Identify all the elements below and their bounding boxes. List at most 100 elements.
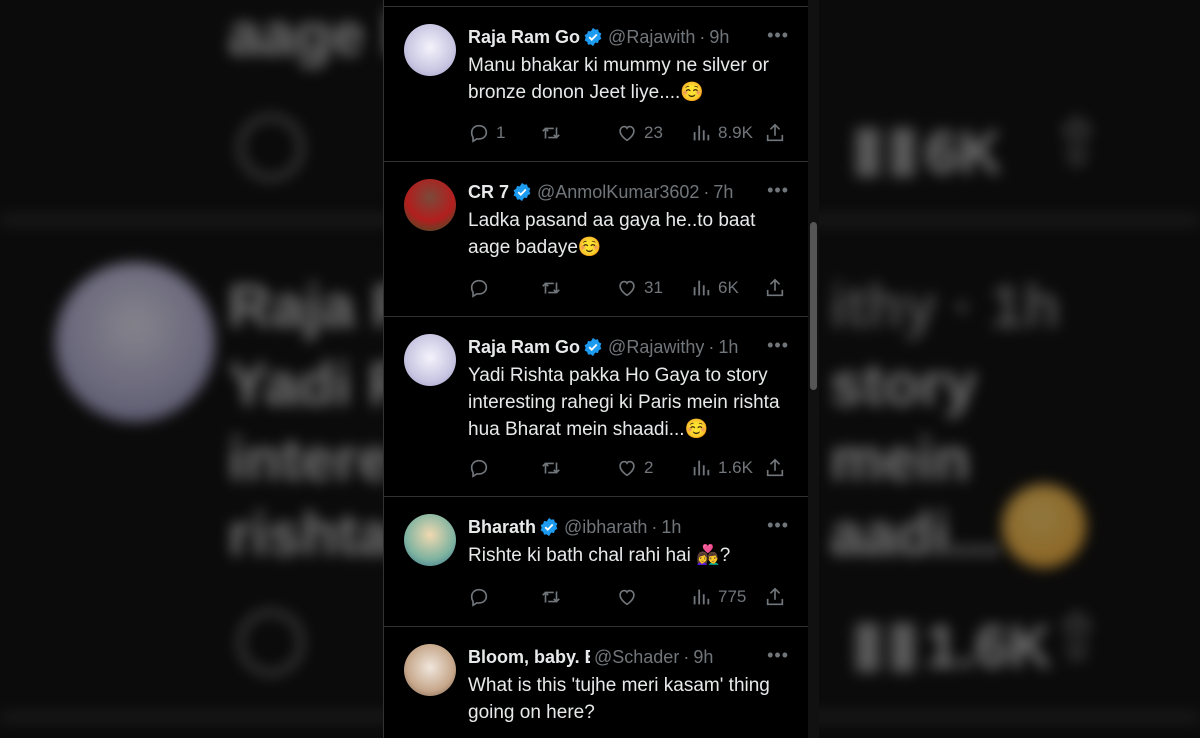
reply-icon <box>470 588 488 607</box>
emoji: ☺️ <box>684 419 709 440</box>
timestamp[interactable]: 1h <box>661 517 681 538</box>
like-count: 23 <box>644 123 663 142</box>
display-name[interactable]: Raja Ram Go <box>468 337 580 358</box>
separator-dot: · <box>651 516 658 537</box>
bg-views-icon-2: ▮▮ <box>850 606 921 678</box>
display-name[interactable]: Bharath <box>468 517 536 538</box>
share-button[interactable] <box>764 585 786 609</box>
like-button[interactable] <box>616 585 644 609</box>
more-options-icon[interactable]: ••• <box>761 335 789 356</box>
tweet-text: Yadi Rishta pakka Ho Gaya to story inter… <box>468 365 780 440</box>
views-count: 1.6K <box>718 458 753 477</box>
handle[interactable]: @Schader <box>594 647 679 668</box>
more-options-icon[interactable]: ••• <box>761 645 789 666</box>
bg-views-icon: ▮▮ <box>850 111 921 183</box>
views-icon <box>693 589 710 605</box>
verified-badge-icon <box>540 517 558 537</box>
tweet-4[interactable]: Bharath @ibharath · 1h ••• Rishte ki bat… <box>384 497 809 627</box>
handle[interactable]: @Rajawithy <box>608 337 704 358</box>
like-button[interactable]: 23 <box>616 121 663 145</box>
retweet-button[interactable] <box>540 276 568 300</box>
separator-dot: · <box>703 181 710 202</box>
handle[interactable]: @AnmolKumar3602 <box>537 182 699 203</box>
share-button[interactable] <box>764 121 786 145</box>
scrollbar[interactable] <box>808 0 819 738</box>
reply-button[interactable] <box>468 585 496 609</box>
bg-reply-icon: ◯ <box>235 106 307 178</box>
tweet-header: Bharath @ibharath · 1h ••• <box>468 515 789 539</box>
views-icon <box>693 280 710 296</box>
more-options-icon[interactable]: ••• <box>761 515 789 536</box>
views-button[interactable]: 8.9K <box>690 121 753 145</box>
bg-share-icon-2: ⇧ <box>1050 601 1104 673</box>
bg-line-3: rishta <box>228 501 392 568</box>
views-button[interactable]: 775 <box>690 585 746 609</box>
tweet-feed: Raja Ram Go @Rajawith · 9h ••• Manu bhak… <box>383 0 810 738</box>
retweet-button[interactable] <box>540 585 568 609</box>
heart-icon <box>619 589 635 606</box>
views-button[interactable]: 1.6K <box>690 456 753 480</box>
tweet-3[interactable]: Raja Ram Go @Rajawithy · 1h ••• Yadi Ris… <box>384 317 809 497</box>
share-icon <box>766 278 784 297</box>
timestamp[interactable]: 7h <box>713 182 733 203</box>
handle[interactable]: @ibharath <box>564 517 647 538</box>
tweet-text: Ladka pasand aa gaya he..to baat aage ba… <box>468 210 756 258</box>
heart-icon <box>619 280 635 297</box>
avatar[interactable] <box>404 24 456 76</box>
retweet-button[interactable] <box>540 121 568 145</box>
bg-right-3: aadi... <box>830 501 1001 568</box>
tweet-header: CR 7 @AnmolKumar3602 · 7h ••• <box>468 180 789 204</box>
bg-views-top: 6K <box>925 119 1002 186</box>
views-count: 775 <box>718 587 747 606</box>
reply-button[interactable]: 1 <box>468 121 505 145</box>
tweet-text: What is this 'tujhe meri kasam' thing go… <box>468 675 770 723</box>
tweet-header: Bloom, baby. Blo @Schader · 9h ••• <box>468 645 789 669</box>
tweet-5[interactable]: Bloom, baby. Blo @Schader · 9h ••• What … <box>384 627 809 738</box>
handle[interactable]: @Rajawith <box>608 27 695 48</box>
separator-dot: · <box>708 336 715 357</box>
bg-views-bottom: 1.6K <box>925 613 1052 680</box>
reply-button[interactable] <box>468 456 496 480</box>
scrollbar-thumb[interactable] <box>810 222 817 390</box>
share-button[interactable] <box>764 276 786 300</box>
share-button[interactable] <box>764 456 786 480</box>
bg-right-2: mein <box>830 426 971 493</box>
tweet-1[interactable]: Raja Ram Go @Rajawith · 9h ••• Manu bhak… <box>384 7 809 162</box>
more-options-icon[interactable]: ••• <box>761 180 789 201</box>
like-count: 31 <box>644 278 663 297</box>
reply-icon <box>470 279 488 298</box>
timestamp[interactable]: 1h <box>718 337 738 358</box>
display-name[interactable]: Bloom, baby. Blo <box>468 647 590 668</box>
separator-dot: · <box>683 646 690 667</box>
more-options-icon[interactable]: ••• <box>761 25 789 46</box>
views-icon <box>693 125 710 141</box>
reply-count: 1 <box>496 123 506 142</box>
bg-share-icon: ⇧ <box>1050 106 1104 178</box>
tweet-text: Rishte ki bath chal rahi hai 👩‍❤️‍👨? <box>468 545 731 566</box>
display-name[interactable]: Raja Ram Go <box>468 27 580 48</box>
retweet-icon <box>542 127 560 139</box>
share-icon <box>766 123 784 142</box>
timestamp[interactable]: 9h <box>709 27 729 48</box>
avatar[interactable] <box>404 179 456 231</box>
tweet-text: Manu bhakar ki mummy ne silver or bronze… <box>468 55 769 103</box>
timestamp[interactable]: 9h <box>693 647 713 668</box>
reply-icon <box>470 124 488 143</box>
display-name[interactable]: CR 7 <box>468 182 509 203</box>
views-button[interactable]: 6K <box>690 276 739 300</box>
like-button[interactable]: 31 <box>616 276 663 300</box>
bg-right-1: story <box>830 351 977 418</box>
retweet-button[interactable] <box>540 456 568 480</box>
emoji: 👩‍❤️‍👨? <box>696 545 731 566</box>
like-button[interactable]: 2 <box>616 456 653 480</box>
retweet-icon <box>542 462 560 474</box>
heart-icon <box>619 460 635 477</box>
tweet-header: Raja Ram Go @Rajawith · 9h ••• <box>468 25 789 49</box>
tweet-2[interactable]: CR 7 @AnmolKumar3602 · 7h ••• Ladka pasa… <box>384 162 809 317</box>
avatar[interactable] <box>404 644 456 696</box>
avatar[interactable] <box>404 514 456 566</box>
avatar[interactable] <box>404 334 456 386</box>
reply-button[interactable] <box>468 276 496 300</box>
share-icon <box>766 458 784 477</box>
retweet-icon <box>542 591 560 603</box>
